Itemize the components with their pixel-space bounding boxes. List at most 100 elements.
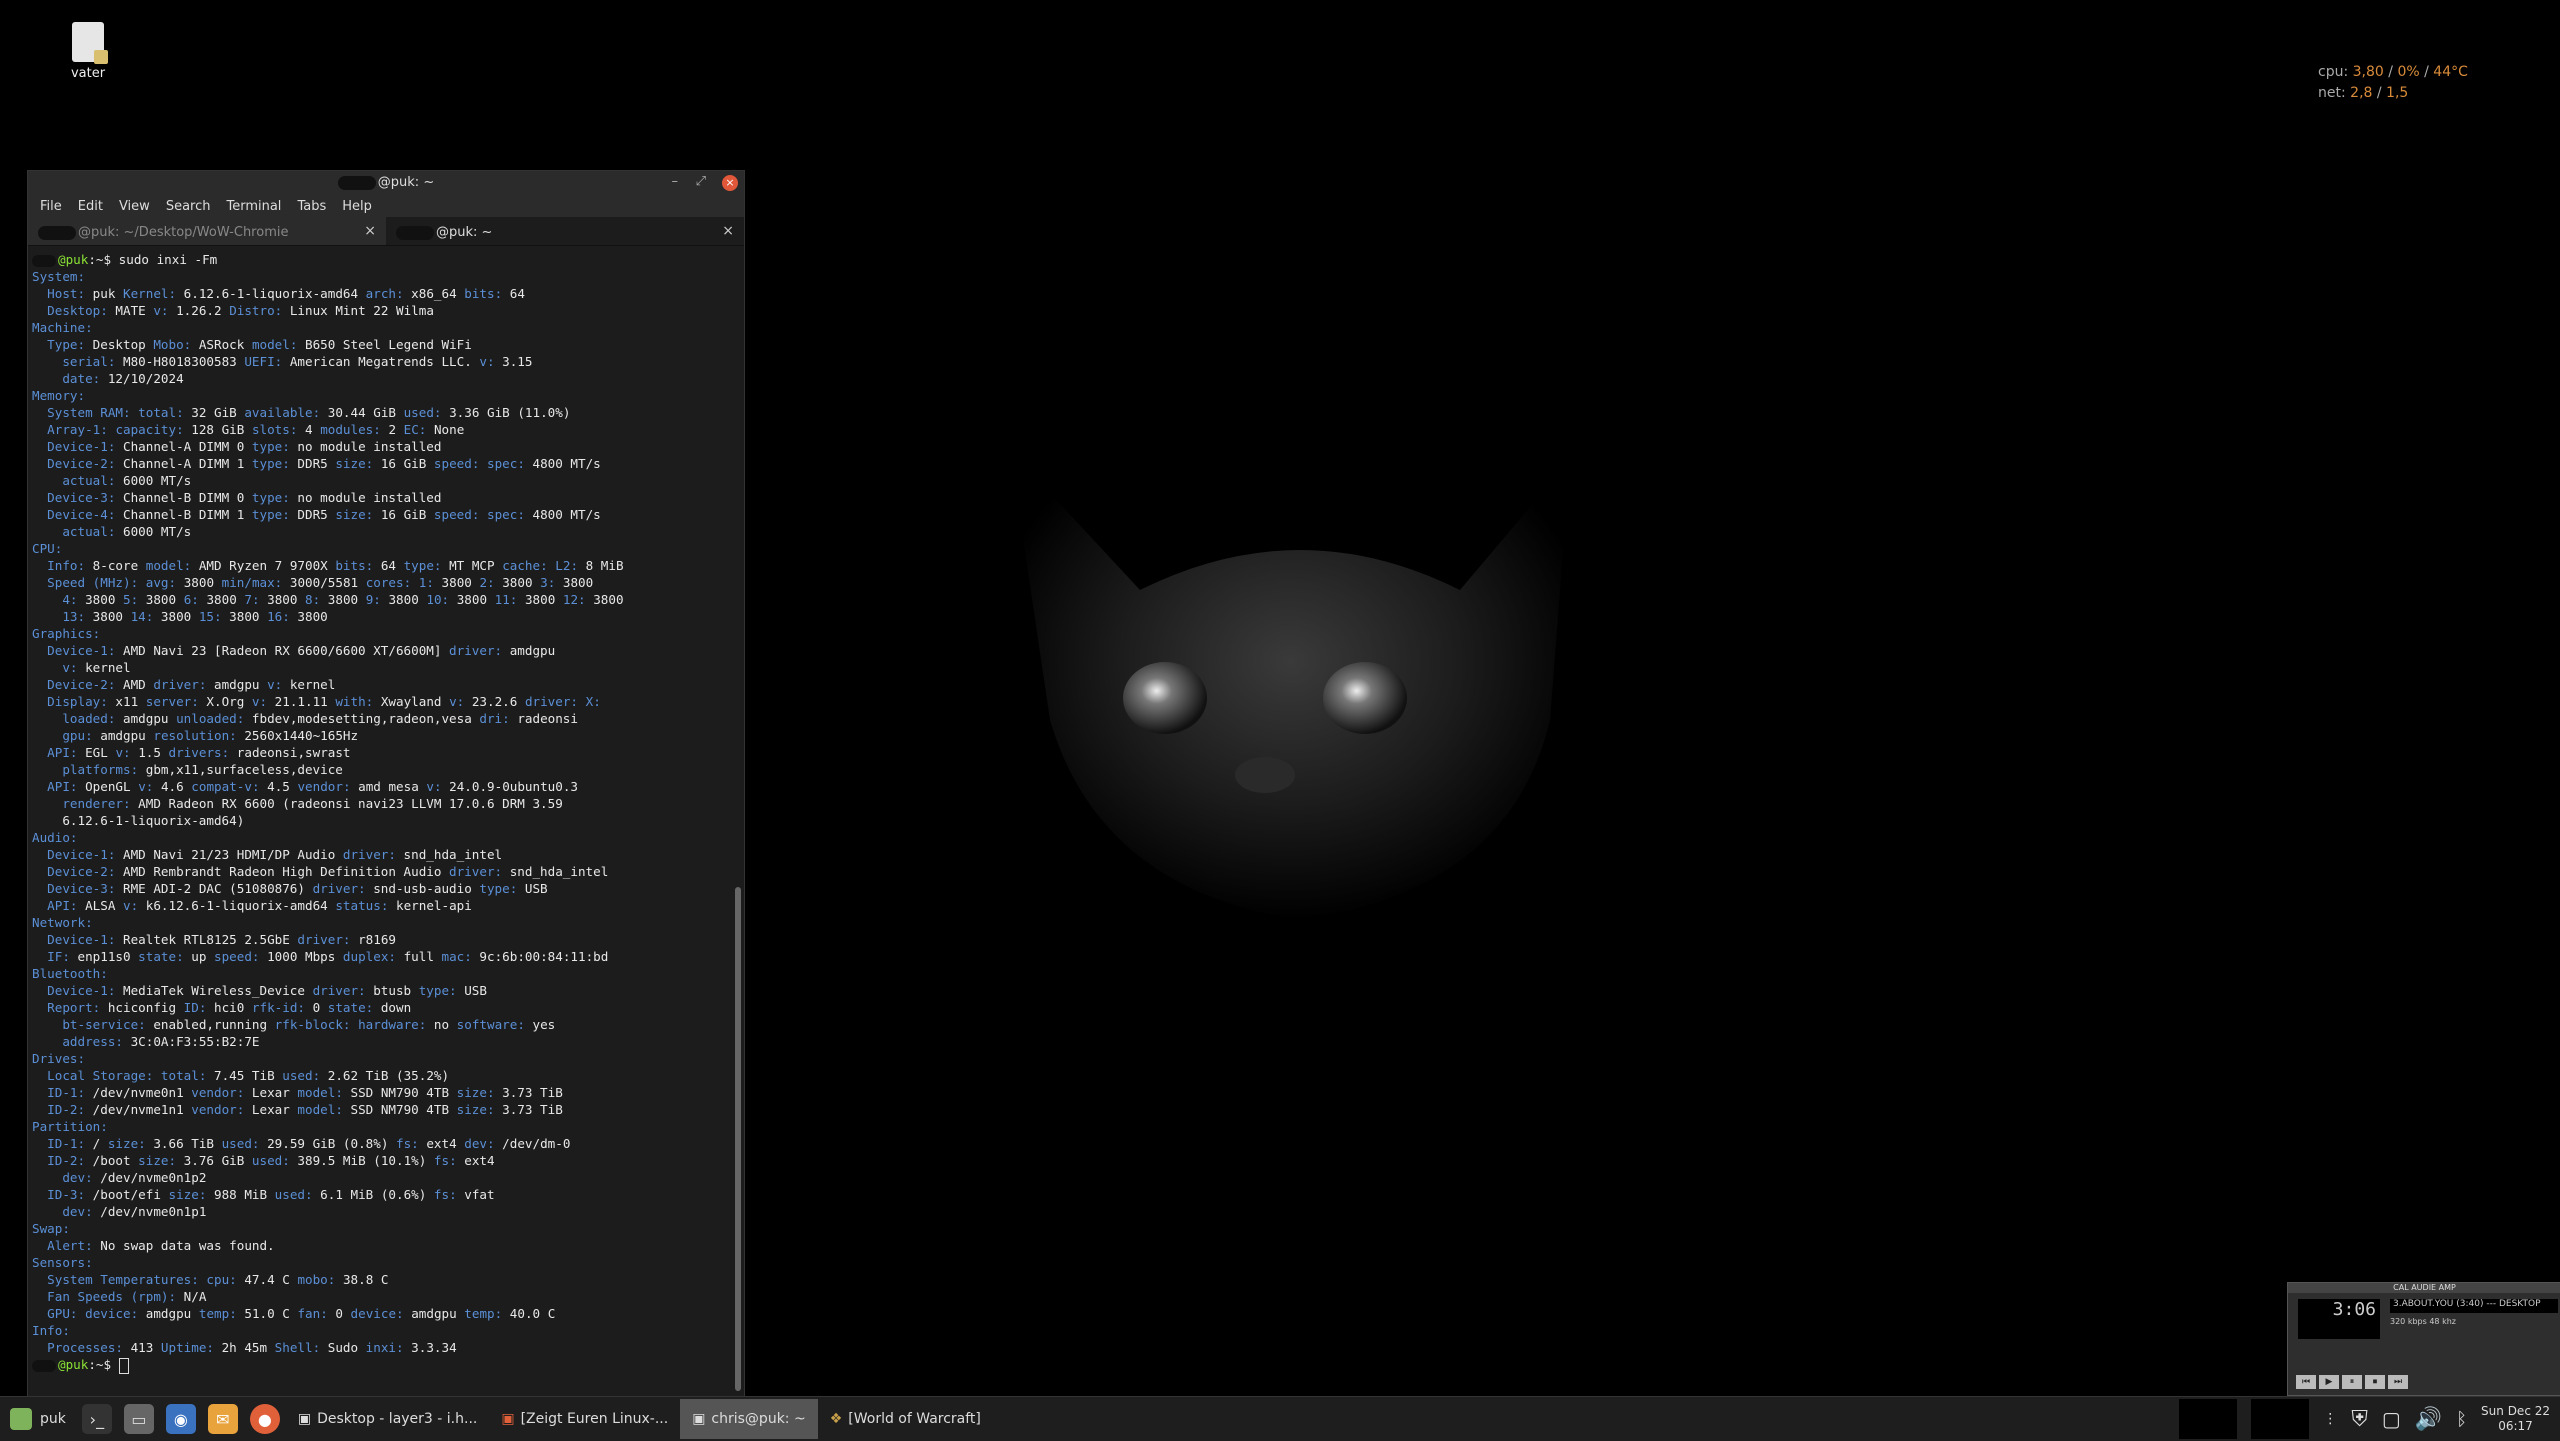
output-key: arch: [365,286,404,301]
network-icon[interactable]: ▢ [2382,1407,2401,1431]
pause-icon[interactable]: ⏸ [2342,1375,2362,1389]
desktop-icon-label: vater [70,66,106,81]
output-value: snd_hda_intel [395,847,503,862]
mint-logo-icon [10,1408,32,1430]
start-menu-button[interactable]: puk [0,1408,76,1430]
terminal-launcher-icon[interactable]: ›_ [81,1404,112,1434]
clock[interactable]: Sun Dec 22 06:17 [2481,1404,2550,1434]
terminal-line: Device-3: RME ADI-2 DAC (51080876) drive… [32,880,730,897]
output-key: server: [145,694,199,709]
output-key: dev: [62,1204,93,1219]
menu-terminal[interactable]: Terminal [226,199,281,214]
task-label: Desktop - layer3 - i.h... [317,1411,478,1427]
output-key: driver: [449,643,503,658]
terminal-line: API: ALSA v: k6.12.6-1-liquorix-amd64 st… [32,897,730,914]
workspace-2[interactable] [2251,1399,2310,1439]
output-key: model: [145,558,192,573]
output-value: AMD Rembrandt Radeon High Definition Aud… [115,864,450,879]
output-key: actual: [62,473,116,488]
tab-home[interactable]: @puk: ~ × [386,217,744,245]
menu-view[interactable]: View [119,199,150,214]
output-value: 9c:6b:00:84:11:bd [471,949,609,964]
kbps-value: 320 [2390,1317,2406,1326]
output-key: 3: [540,575,556,590]
terminal-line: Device-1: Realtek RTL8125 2.5GbE driver:… [32,931,730,948]
output-key: slots: [251,422,298,437]
menu-edit[interactable]: Edit [78,199,103,214]
output-value [138,575,146,590]
output-key: API: [47,779,78,794]
maximize-button[interactable]: ⤢ [696,174,706,189]
scrollbar-thumb[interactable] [735,887,741,1391]
output-value: AMD Navi 23 [Radeon RX 6600/6600 XT/6600… [115,643,450,658]
output-value: 1.5 [130,745,169,760]
output-key: v: [123,898,139,913]
output-value [32,745,47,760]
output-key: System RAM: [47,405,131,420]
output-value: snd-usb-audio [365,881,480,896]
output-value: AMD [115,677,154,692]
files-launcher-icon[interactable]: ▭ [123,1404,154,1434]
terminal-line: Device-1: AMD Navi 23 [Radeon RX 6600/66… [32,642,730,659]
terminal-line: actual: 6000 MT/s [32,523,730,540]
prompt-host: @puk [58,252,89,267]
output-key: driver: [312,881,366,896]
browser-launcher-icon[interactable]: ◉ [165,1404,196,1434]
stop-icon[interactable]: ⏹ [2365,1375,2385,1389]
menu-help[interactable]: Help [342,199,372,214]
mail-launcher-icon[interactable]: ✉ [207,1404,238,1434]
minimize-button[interactable]: – [672,174,679,189]
tab-close-icon[interactable]: × [722,223,734,239]
output-value: X.Org [198,694,252,709]
output-key: size: [456,1102,495,1117]
tab-close-icon[interactable]: × [364,223,376,239]
output-key: 14: [130,609,154,624]
output-key: Device-1: [47,983,116,998]
menu-file[interactable]: File [40,199,62,214]
tab-wow-chromie[interactable]: @puk: ~/Desktop/WoW-Chromie × [28,217,386,245]
output-key: duplex: [342,949,396,964]
output-key: dev: [464,1136,495,1151]
output-key: spec: [487,456,525,471]
output-key: Report: [47,1000,101,1015]
cat-wallpaper [1010,450,1570,920]
output-key: 5: [123,592,139,607]
terminal-output[interactable]: @puk:~$ sudo inxi -Fm System: Host: puk K… [28,245,730,1397]
prev-icon[interactable]: ⏮ [2296,1375,2316,1389]
output-key: v: [251,694,268,709]
menu-tabs[interactable]: Tabs [297,199,326,214]
output-value: B650 Steel Legend WiFi [297,337,472,352]
output-value: Linux Mint 22 Wilma [282,303,434,318]
desktop-icon-vater[interactable]: vater [62,22,114,81]
terminal-window[interactable]: @puk: ~ – ⤢ × File Edit View Search Terminal… [27,170,745,1398]
task-zeigt-euren-linux[interactable]: ▣ [Zeigt Euren Linux-... [489,1399,680,1439]
task-desktop-layer3[interactable]: ▣ Desktop - layer3 - i.h... [286,1399,489,1439]
task-world-of-warcraft[interactable]: ❖ [World of Warcraft] [818,1399,993,1439]
close-button[interactable]: × [722,175,738,191]
output-key: status: [335,898,389,913]
winamp-player[interactable]: CAL AUDIE AMP 3:06 3.ABOUT.YOU (3:40) --… [2287,1282,2560,1396]
firefox-launcher-icon[interactable]: ● [249,1404,280,1434]
output-value: 3800 [433,575,480,590]
winamp-title: CAL AUDIE AMP [2288,1283,2560,1293]
next-icon[interactable]: ⏭ [2388,1375,2408,1389]
volume-icon[interactable]: 🔊 [2415,1407,2442,1432]
shield-icon[interactable]: ⛨ [2351,1407,2368,1432]
output-value [32,405,47,420]
output-value [32,286,47,301]
workspace-1[interactable] [2179,1399,2238,1439]
output-value: kernel [282,677,336,692]
tray-menu-icon[interactable]: ⋮ [2323,1411,2337,1427]
winamp-controls: ⏮ ▶ ⏸ ⏹ ⏭ [2296,1375,2408,1389]
output-value: 4800 MT/s [524,456,601,471]
task-terminal[interactable]: ▣ chris@puk: ~ [680,1399,818,1439]
terminal-line: Device-2: AMD driver: amdgpu v: kernel [32,676,730,693]
output-key: Device-2: [47,864,116,879]
menu-search[interactable]: Search [166,199,211,214]
scrollbar[interactable] [734,247,742,1391]
bluetooth-icon[interactable]: ᛒ [2456,1409,2467,1430]
output-value: 64 [373,558,404,573]
redacted-username [38,225,76,240]
window-titlebar[interactable]: @puk: ~ – ⤢ × [28,171,744,195]
play-icon[interactable]: ▶ [2319,1375,2339,1389]
